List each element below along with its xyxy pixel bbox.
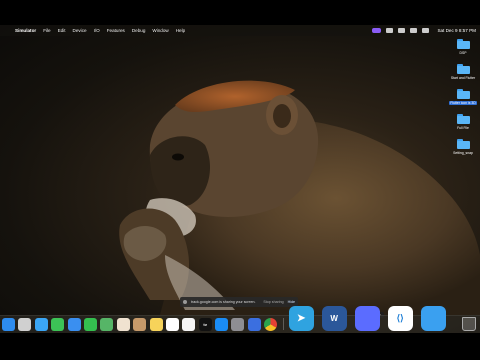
folder-icon	[456, 64, 470, 74]
finder-icon[interactable]	[2, 318, 15, 331]
wifi-icon[interactable]	[398, 28, 406, 33]
menu-clock[interactable]: Sat Dec 9 8:57 PM	[437, 28, 476, 33]
simulator-icon[interactable]	[354, 306, 380, 331]
launchpad-icon[interactable]	[18, 318, 32, 331]
vscode-icon[interactable]: ⟨⟩	[387, 306, 413, 331]
desktop-item[interactable]: Setting_snap	[447, 139, 479, 155]
menu-window[interactable]: Window	[152, 28, 168, 33]
desktop-item-label: Setting_snap	[453, 150, 473, 155]
stop-sharing-button[interactable]: Stop sharing	[263, 300, 283, 304]
folder-icon	[456, 89, 470, 99]
folder-icon	[456, 114, 470, 124]
search-icon[interactable]	[410, 28, 418, 33]
menu-file[interactable]: File	[43, 28, 50, 33]
menu-io[interactable]: I/O	[94, 28, 100, 33]
screen-recording-icon[interactable]	[372, 28, 382, 33]
menu-device[interactable]: Device	[73, 28, 87, 33]
menu-features[interactable]: Features	[107, 28, 125, 33]
photos-icon[interactable]	[116, 318, 130, 331]
mail-icon[interactable]	[67, 318, 81, 331]
menu-bar: Simulator File Edit Device I/O Features …	[0, 25, 480, 36]
maps-icon[interactable]	[100, 318, 114, 331]
contacts-icon[interactable]	[133, 318, 147, 331]
reminders-icon[interactable]	[165, 318, 179, 331]
facetime-icon[interactable]	[83, 318, 97, 331]
desktop-item[interactable]: DSP	[447, 39, 479, 55]
menu-app-name[interactable]: Simulator	[15, 28, 36, 33]
sharing-text: track.google.com is sharing your screen.	[191, 300, 256, 304]
menu-debug[interactable]: Debug	[132, 28, 146, 33]
finder-window-icon[interactable]	[420, 306, 446, 331]
word-icon[interactable]: W	[321, 306, 347, 331]
control-center-icon[interactable]	[422, 28, 430, 33]
xcode-icon[interactable]	[247, 318, 261, 331]
folder-icon	[456, 39, 470, 49]
notes-icon[interactable]	[149, 318, 163, 331]
tv-icon[interactable]: tv	[198, 318, 212, 331]
freeform-icon[interactable]	[182, 318, 196, 331]
app-store-icon[interactable]	[215, 318, 229, 331]
status-area: Sat Dec 9 8:57 PM	[372, 28, 476, 33]
battery-icon[interactable]	[386, 28, 394, 33]
trash-icon[interactable]	[462, 317, 476, 331]
desktop-item[interactable]: Start and Flutter	[447, 64, 479, 80]
desktop-item-label: DSP	[459, 50, 467, 55]
menu-edit[interactable]: Edit	[58, 28, 66, 33]
messages-icon[interactable]	[51, 318, 65, 331]
chrome-icon[interactable]	[264, 318, 278, 331]
desktop-item-label: Start and Flutter	[450, 75, 476, 80]
sharing-icon	[183, 300, 187, 304]
menu-help[interactable]: Help	[176, 28, 185, 33]
letterbox-bottom	[0, 333, 480, 360]
desktop-item-label: Full File	[457, 125, 469, 130]
screen-sharing-banner: track.google.com is sharing your screen.…	[180, 297, 298, 307]
desktop[interactable]: Simulator File Edit Device I/O Features …	[0, 25, 480, 333]
desktop-item[interactable]: Flutter icon is 3D	[447, 89, 479, 105]
hide-button[interactable]: Hide	[288, 300, 295, 304]
system-settings-icon[interactable]	[231, 318, 245, 331]
desktop-item-label: Flutter icon is 3D	[449, 100, 477, 105]
folder-icon	[456, 139, 470, 149]
monkey-wallpaper	[119, 80, 480, 315]
dock-separator	[282, 318, 284, 330]
dock: tv ➤ W ⟨⟩	[0, 306, 480, 333]
desktop-item[interactable]: Full File	[447, 114, 479, 130]
safari-icon[interactable]	[34, 318, 48, 331]
telegram-icon[interactable]: ➤	[288, 306, 314, 331]
letterbox-top	[0, 0, 480, 25]
